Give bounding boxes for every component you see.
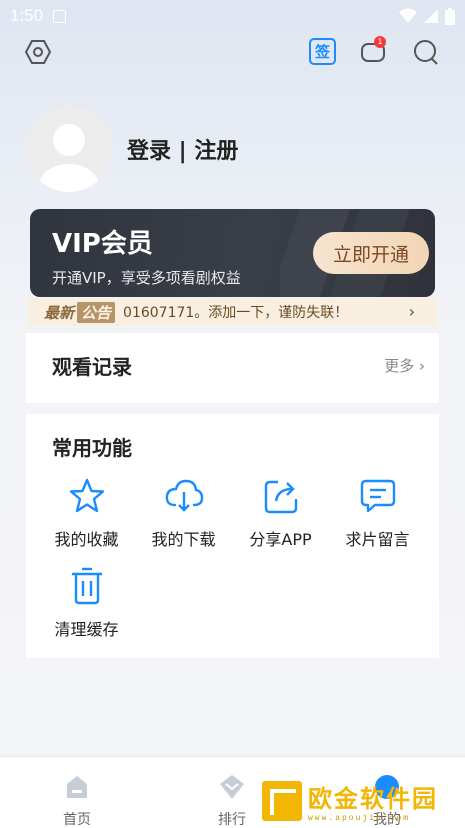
watermark-logo-icon [262,781,302,821]
watermark-url: www.apoujin.com [308,814,411,823]
notification-a-icon [53,9,67,23]
status-time: 1:50 [10,6,44,25]
share-icon [261,476,301,516]
clear-cache-button[interactable]: 清理缓存 [38,566,135,640]
request-message-button[interactable]: 求片留言 [329,476,426,550]
status-bar: 1:50 [0,0,465,32]
watermark: 欧金软件园 www.apoujin.com [262,776,462,826]
trash-icon [67,566,107,606]
status-icons [399,7,455,25]
common-functions-card: 常用功能 我的收藏 我的下载 分享APP 求片留言 清理缓存 [26,414,439,658]
home-icon [63,773,91,805]
share-app-button[interactable]: 分享APP [232,476,329,550]
tab-rank-label: 排行 [218,812,246,828]
notice-label-prefix: 最新 [44,303,75,322]
tab-home[interactable]: 首页 [42,773,112,828]
avatar[interactable] [26,106,112,192]
watermark-text: 欧金软件园 [308,785,438,813]
common-functions-title: 常用功能 [52,436,132,460]
notice-text: 01607171。添加一下，谨防失联！ [123,305,349,321]
downloads-button[interactable]: 我的下载 [135,476,232,550]
profile-section[interactable]: 登录 | 注册 [26,106,238,192]
star-icon [67,476,107,516]
vip-open-button[interactable]: 立即开通 [313,232,429,274]
notice-badge: 1 [374,36,386,48]
watch-history-card[interactable]: 观看记录 更多 › [26,333,439,403]
tab-rank[interactable]: 排行 [197,773,267,828]
cloud-download-icon [164,476,204,516]
default-avatar-icon [39,124,99,192]
notice-bar[interactable]: 最新 公告 01607171。添加一下，谨防失联！ › [28,298,437,326]
request-message-label: 求片留言 [345,530,410,549]
message-icon [358,476,398,516]
signal-icon [424,9,438,23]
vip-card[interactable]: VIP会员 开通VIP，享受多项看剧权益 立即开通 [30,209,435,297]
clear-cache-label: 清理缓存 [54,620,119,639]
notice-label: 最新 公告 [44,301,116,323]
favorites-button[interactable]: 我的收藏 [38,476,135,550]
wifi-icon [399,8,417,23]
settings-icon[interactable] [23,37,53,67]
login-register-link[interactable]: 登录 | 注册 [127,133,238,165]
watch-history-more-link[interactable]: 更多 › [384,355,425,376]
sign-in-button[interactable]: 签 [309,38,336,65]
vip-subtitle: 开通VIP，享受多项看剧权益 [52,269,241,287]
favorites-label: 我的收藏 [54,530,119,549]
rank-icon [218,773,246,805]
share-app-label: 分享APP [249,530,312,549]
top-bar: 签 1 [0,36,465,70]
chevron-right-icon[interactable]: › [409,302,415,321]
tab-home-label: 首页 [63,812,91,828]
notice-label-tag: 公告 [77,301,116,323]
downloads-label: 我的下载 [151,530,216,549]
search-icon[interactable] [411,37,441,67]
watermark-text-block: 欧金软件园 www.apoujin.com [308,779,438,823]
watch-history-title: 观看记录 [52,355,132,379]
vip-title: VIP会员 [52,229,153,259]
battery-icon [445,7,455,25]
